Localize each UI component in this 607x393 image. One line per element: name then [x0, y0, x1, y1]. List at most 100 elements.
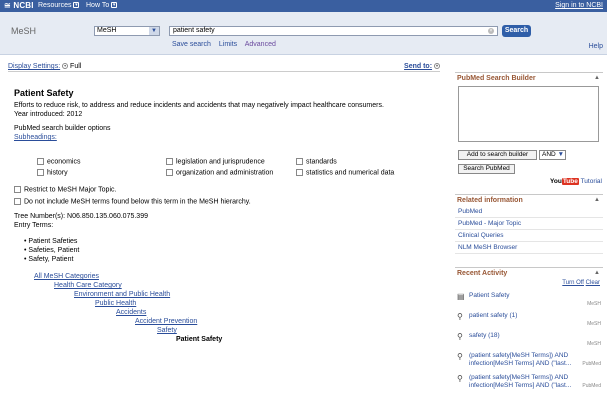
restrict-major-topic[interactable]: Restrict to MeSH Major Topic.	[14, 186, 116, 193]
recent-activity-panel: Recent Activity ▲ Turn Off Clear ▤ Patien…	[455, 267, 603, 393]
recent-item[interactable]: ▤ Patient Safety MeSH	[455, 292, 603, 308]
checkbox-icon	[14, 186, 21, 193]
hierarchy-accidents[interactable]: Accidents	[116, 309, 146, 316]
hierarchy-health-care[interactable]: Health Care Category	[54, 282, 122, 289]
hierarchy-all-categories[interactable]: All MeSH Categories	[34, 273, 99, 280]
recent-item-db: MeSH	[587, 301, 601, 307]
search-builder-title: PubMed Search Builder	[457, 75, 536, 82]
turn-off-link[interactable]: Turn Off	[562, 280, 584, 286]
chevron-down-icon: ▾	[434, 63, 440, 70]
related-info-panel: Related information ▲ PubMed PubMed - Ma…	[455, 194, 603, 254]
recent-item-text: patient safety (1)	[469, 312, 518, 319]
subheading-label: history	[47, 169, 68, 177]
chevron-down-icon: ▾	[111, 2, 118, 9]
tree-number: Tree Number(s): N06.850.135.060.075.399	[14, 213, 148, 220]
hierarchy-public-health[interactable]: Public Health	[95, 300, 136, 307]
do-not-explode[interactable]: Do not include MeSH terms found below th…	[14, 198, 251, 205]
display-settings-value: Full	[70, 63, 82, 70]
entry-term: • Patient Safeties	[24, 238, 78, 245]
display-settings-link[interactable]: Display Settings:	[8, 63, 60, 70]
recent-item-text: (patient safety[MeSH Terms]) AND infecti…	[469, 374, 572, 389]
recent-item-db: PubMed	[582, 361, 601, 367]
recent-controls: Turn Off Clear	[562, 280, 600, 286]
display-settings-chevron-icon[interactable]: ▾	[62, 63, 69, 70]
checkbox-icon	[14, 198, 21, 205]
hierarchy-safety[interactable]: Safety	[157, 327, 177, 334]
entry-term: • Safeties, Patient	[24, 247, 80, 254]
send-to-menu[interactable]: Send to: ▾	[404, 63, 440, 70]
subheading-organization[interactable]: organization and administration	[166, 169, 273, 176]
ncbi-logo[interactable]: ≅ NCBI	[4, 1, 34, 10]
entry-term-text: Patient Safeties	[28, 238, 78, 245]
related-item-mesh-browser[interactable]: NLM MeSH Browser	[455, 242, 603, 254]
youtube-logo: YouTube	[550, 178, 579, 185]
subheading-label: organization and administration	[176, 169, 274, 177]
search-input[interactable]: patient safety ×	[169, 26, 498, 36]
youtube-tutorial-link[interactable]: YouTube Tutorial	[550, 178, 602, 185]
collapse-icon[interactable]: ▲	[594, 75, 600, 81]
clear-icon[interactable]: ×	[488, 28, 494, 34]
subheading-economics[interactable]: economics	[37, 158, 80, 165]
database-title: MeSH	[11, 26, 37, 36]
hierarchy-accident-prevention[interactable]: Accident Prevention	[135, 318, 197, 325]
restrict-label: Restrict to MeSH Major Topic.	[24, 186, 117, 194]
recent-item[interactable]: ⚲ patient safety (1) MeSH	[455, 312, 603, 328]
send-to-label: Send to:	[404, 63, 433, 70]
sign-in-link[interactable]: Sign in to NCBI	[555, 2, 603, 9]
subheadings-link[interactable]: Subheadings:	[14, 134, 57, 141]
operator-select[interactable]: AND ▼	[539, 150, 566, 160]
search-links: Save search Limits Advanced	[172, 41, 282, 48]
recent-item-db: MeSH	[587, 341, 601, 347]
hierarchy-patient-safety: Patient Safety	[176, 336, 223, 343]
search-builder-textarea[interactable]	[458, 86, 599, 142]
subheading-label: economics	[47, 158, 81, 166]
checkbox-icon	[166, 169, 173, 176]
entry-term-text: Safeties, Patient	[28, 247, 80, 254]
hierarchy-environment[interactable]: Environment and Public Health	[74, 291, 170, 298]
limits-link[interactable]: Limits	[219, 41, 237, 48]
related-item-pubmed[interactable]: PubMed	[455, 206, 603, 218]
resources-label: Resources	[38, 2, 72, 9]
howto-label: How To	[86, 2, 110, 9]
subheading-standards[interactable]: standards	[296, 158, 337, 165]
related-item-major-topic[interactable]: PubMed - Major Topic	[455, 218, 603, 230]
recent-item[interactable]: ⚲ safety (18) MeSH	[455, 332, 603, 348]
subheading-statistics[interactable]: statistics and numerical data	[296, 169, 394, 176]
search-button[interactable]: Search	[502, 25, 531, 37]
search-icon: ⚲	[457, 312, 463, 321]
related-list: PubMed PubMed - Major Topic Clinical Que…	[455, 206, 603, 254]
search-icon: ⚲	[457, 352, 463, 361]
document-icon: ▤	[457, 292, 465, 301]
search-pubmed-button[interactable]: Search PubMed	[458, 164, 515, 174]
noexplode-label: Do not include MeSH terms found below th…	[24, 198, 251, 206]
tutorial-text: Tutorial	[580, 178, 602, 185]
search-query-text: patient safety	[173, 27, 215, 34]
advanced-link[interactable]: Advanced	[245, 41, 276, 48]
howto-menu[interactable]: How To ▾	[86, 2, 118, 9]
checkbox-icon	[37, 158, 44, 165]
add-to-builder-button[interactable]: Add to search builder	[458, 150, 537, 160]
help-link[interactable]: Help	[589, 43, 603, 50]
recent-item-text: (patient safety[MeSH Terms]) AND infecti…	[469, 352, 572, 367]
database-select-value: MeSH	[97, 27, 117, 34]
database-select[interactable]: MeSH ▼	[94, 26, 160, 36]
collapse-icon[interactable]: ▲	[594, 270, 600, 276]
search-icon: ⚲	[457, 332, 463, 341]
subheading-label: legislation and jurisprudence	[176, 158, 265, 166]
chevron-down-icon: ▼	[557, 151, 564, 158]
collapse-icon[interactable]: ▲	[594, 197, 600, 203]
recent-item-text: safety (18)	[469, 332, 500, 339]
youtube-tube: Tube	[561, 178, 579, 185]
resources-menu[interactable]: Resources ▾	[38, 2, 80, 9]
ncbi-logo-icon: ≅	[4, 1, 11, 10]
clear-link[interactable]: Clear	[586, 280, 600, 286]
record-definition: Efforts to reduce risk, to address and r…	[14, 102, 384, 109]
save-search-link[interactable]: Save search	[172, 41, 211, 48]
recent-item[interactable]: ⚲ (patient safety[MeSH Terms]) AND infect…	[455, 374, 603, 392]
subheading-history[interactable]: history	[37, 169, 68, 176]
entry-term-text: Safety, Patient	[28, 256, 74, 263]
subheading-legislation[interactable]: legislation and jurisprudence	[166, 158, 265, 165]
related-item-clinical-queries[interactable]: Clinical Queries	[455, 230, 603, 242]
recent-item[interactable]: ⚲ (patient safety[MeSH Terms]) AND infect…	[455, 352, 603, 370]
related-info-title: Related information	[457, 197, 523, 204]
